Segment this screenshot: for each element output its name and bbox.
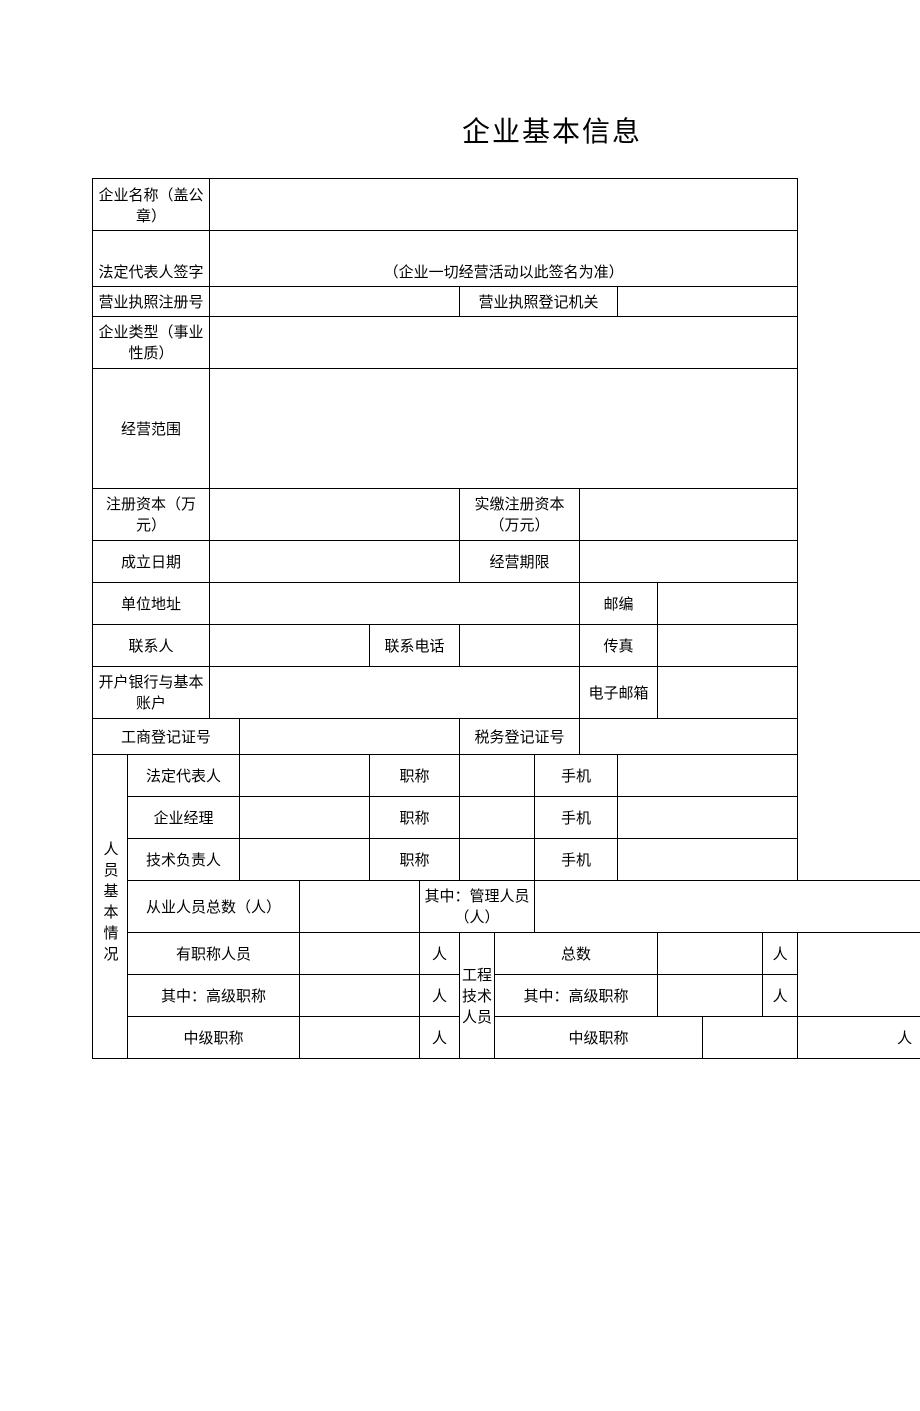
field-mgmt-staff[interactable]	[535, 880, 920, 932]
label-mob3: 手机	[535, 838, 618, 880]
field-mob1[interactable]	[618, 754, 798, 796]
field-contact[interactable]	[210, 624, 370, 666]
field-manager[interactable]	[240, 796, 370, 838]
label-zip: 邮编	[580, 582, 658, 624]
unit-4: 人	[763, 974, 798, 1016]
label-term: 经营期限	[460, 540, 580, 582]
field-mob2[interactable]	[618, 796, 798, 838]
label-bank: 开户银行与基本账户	[93, 666, 210, 718]
label-company-name: 企业名称（盖公章）	[93, 179, 210, 231]
label-tax-reg: 税务登记证号	[460, 718, 580, 754]
label-mid-eng: 中级职称	[495, 1016, 703, 1058]
field-job3[interactable]	[460, 838, 535, 880]
label-phone: 联系电话	[370, 624, 460, 666]
label-senior-eng: 其中：高级职称	[495, 974, 658, 1016]
note-signature: （企业一切经营活动以此签名为准）	[210, 257, 798, 287]
field-job1[interactable]	[460, 754, 535, 796]
form-table: 企业名称（盖公章） 法定代表人签字 （企业一切经营活动以此签名为准） 营业执照注…	[92, 178, 920, 1059]
label-ent-type: 企业类型（事业性质）	[93, 316, 210, 368]
field-legal-rep[interactable]	[240, 754, 370, 796]
field-mob3[interactable]	[618, 838, 798, 880]
field-paid-cap[interactable]	[580, 488, 798, 540]
label-contact: 联系人	[93, 624, 210, 666]
field-fax[interactable]	[658, 624, 798, 666]
label-total-eng: 总数	[495, 932, 658, 974]
label-license-org: 营业执照登记机关	[460, 286, 618, 316]
label-mid: 中级职称	[128, 1016, 300, 1058]
unit-5: 人	[420, 1016, 460, 1058]
field-total-eng[interactable]	[658, 932, 763, 974]
page-title: 企业基本信息	[92, 110, 920, 150]
label-job3: 职称	[370, 838, 460, 880]
field-scope[interactable]	[210, 368, 798, 488]
field-tax-reg[interactable]	[580, 718, 798, 754]
field-titled[interactable]	[300, 932, 420, 974]
field-bank[interactable]	[210, 666, 580, 718]
label-mgmt-staff: 其中：管理人员（人）	[420, 880, 535, 932]
label-est-date: 成立日期	[93, 540, 210, 582]
field-ent-type[interactable]	[210, 316, 798, 368]
field-reg-cap[interactable]	[210, 488, 460, 540]
label-fax: 传真	[580, 624, 658, 666]
field-mid[interactable]	[300, 1016, 420, 1058]
field-job2[interactable]	[460, 796, 535, 838]
label-scope: 经营范围	[93, 368, 210, 488]
label-legal-sign: 法定代表人签字	[93, 231, 210, 287]
label-legal-rep: 法定代表人	[128, 754, 240, 796]
label-email: 电子邮箱	[580, 666, 658, 718]
label-senior: 其中：高级职称	[128, 974, 300, 1016]
label-job1: 职称	[370, 754, 460, 796]
field-email[interactable]	[658, 666, 798, 718]
label-biz-reg: 工商登记证号	[93, 718, 240, 754]
field-term[interactable]	[580, 540, 798, 582]
label-titled: 有职称人员	[128, 932, 300, 974]
label-reg-cap: 注册资本（万元）	[93, 488, 210, 540]
field-senior-eng[interactable]	[658, 974, 763, 1016]
field-senior[interactable]	[300, 974, 420, 1016]
label-license-no: 营业执照注册号	[93, 286, 210, 316]
unit-2: 人	[763, 932, 798, 974]
label-address: 单位地址	[93, 582, 210, 624]
label-mob1: 手机	[535, 754, 618, 796]
unit-6: 人	[798, 1016, 920, 1058]
label-tech-lead: 技术负责人	[128, 838, 240, 880]
label-mob2: 手机	[535, 796, 618, 838]
label-total-staff: 从业人员总数（人）	[128, 880, 300, 932]
label-eng-staff: 工程技术人员	[460, 932, 495, 1058]
field-legal-sign-top[interactable]	[210, 231, 798, 257]
label-manager: 企业经理	[128, 796, 240, 838]
field-address[interactable]	[210, 582, 580, 624]
unit-3: 人	[420, 974, 460, 1016]
field-phone[interactable]	[460, 624, 580, 666]
label-personnel-section: 人员基本情况	[93, 754, 128, 1058]
field-mid-eng[interactable]	[703, 1016, 798, 1058]
field-tech-lead[interactable]	[240, 838, 370, 880]
field-license-no[interactable]	[210, 286, 460, 316]
field-company-name[interactable]	[210, 179, 798, 231]
unit-1: 人	[420, 932, 460, 974]
field-total-staff[interactable]	[300, 880, 420, 932]
field-license-org[interactable]	[618, 286, 798, 316]
field-zip[interactable]	[658, 582, 798, 624]
label-paid-cap: 实缴注册资本（万元）	[460, 488, 580, 540]
field-biz-reg[interactable]	[240, 718, 460, 754]
field-est-date[interactable]	[210, 540, 460, 582]
label-job2: 职称	[370, 796, 460, 838]
